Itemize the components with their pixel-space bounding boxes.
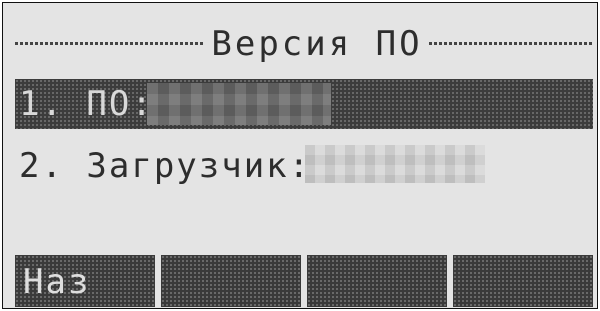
softkey-2-button[interactable] (161, 255, 301, 307)
menu-item-bootloader-version[interactable]: 2. Загрузчик: (15, 139, 593, 193)
softkey-4-button[interactable] (453, 255, 593, 307)
page-title: Версия ПО (211, 24, 423, 64)
menu-item-label: 2. Загрузчик: (19, 146, 312, 186)
title-bar: Версия ПО (3, 19, 597, 69)
redacted-value (305, 145, 485, 183)
softkey-label: Наз (23, 262, 91, 302)
menu-item-label: 1. ПО: (19, 84, 154, 124)
redacted-value (147, 83, 331, 125)
lcd-screen: Версия ПО 1. ПО: 2. Загрузчик: Наз (2, 2, 598, 309)
softkey-3-button[interactable] (307, 255, 447, 307)
softkey-back-button[interactable]: Наз (15, 255, 155, 307)
menu-item-software-version[interactable]: 1. ПО: (15, 79, 593, 129)
title-divider-left (15, 42, 203, 45)
softkey-bar: Наз (15, 255, 593, 307)
title-divider-right (429, 42, 593, 45)
